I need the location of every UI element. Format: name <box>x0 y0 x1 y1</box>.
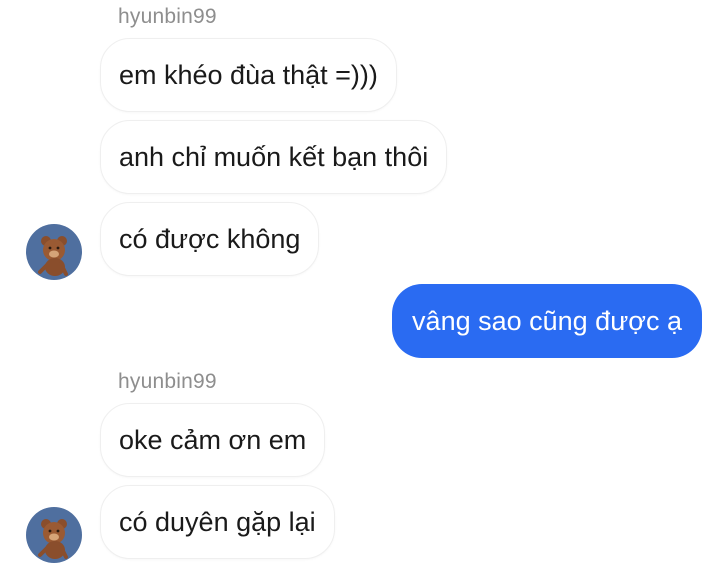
avatar[interactable] <box>26 224 82 280</box>
message-bubble[interactable]: có được không <box>100 202 320 276</box>
message-text: anh chỉ muốn kết bạn thôi <box>119 141 429 172</box>
message-text: có duyên gặp lại <box>119 506 316 537</box>
message-bubble[interactable]: em khéo đùa thật =))) <box>100 38 397 112</box>
teddy-bear-icon <box>26 507 82 563</box>
message-text: em khéo đùa thật =))) <box>119 59 378 90</box>
message-text: oke cảm ơn em <box>119 424 307 455</box>
message-bubble[interactable]: có duyên gặp lại <box>100 485 335 559</box>
teddy-bear-icon <box>26 224 82 280</box>
message-bubble[interactable]: oke cảm ơn em <box>100 403 326 477</box>
message-text: vâng sao cũng được ạ <box>412 305 682 336</box>
sender-name: hyunbin99 <box>118 5 217 28</box>
message-text: có được không <box>119 223 301 254</box>
outgoing-message-bubble[interactable]: vâng sao cũng được ạ <box>392 284 702 358</box>
avatar[interactable] <box>26 507 82 563</box>
sender-name: hyunbin99 <box>118 370 217 393</box>
message-bubble[interactable]: anh chỉ muốn kết bạn thôi <box>100 120 448 194</box>
